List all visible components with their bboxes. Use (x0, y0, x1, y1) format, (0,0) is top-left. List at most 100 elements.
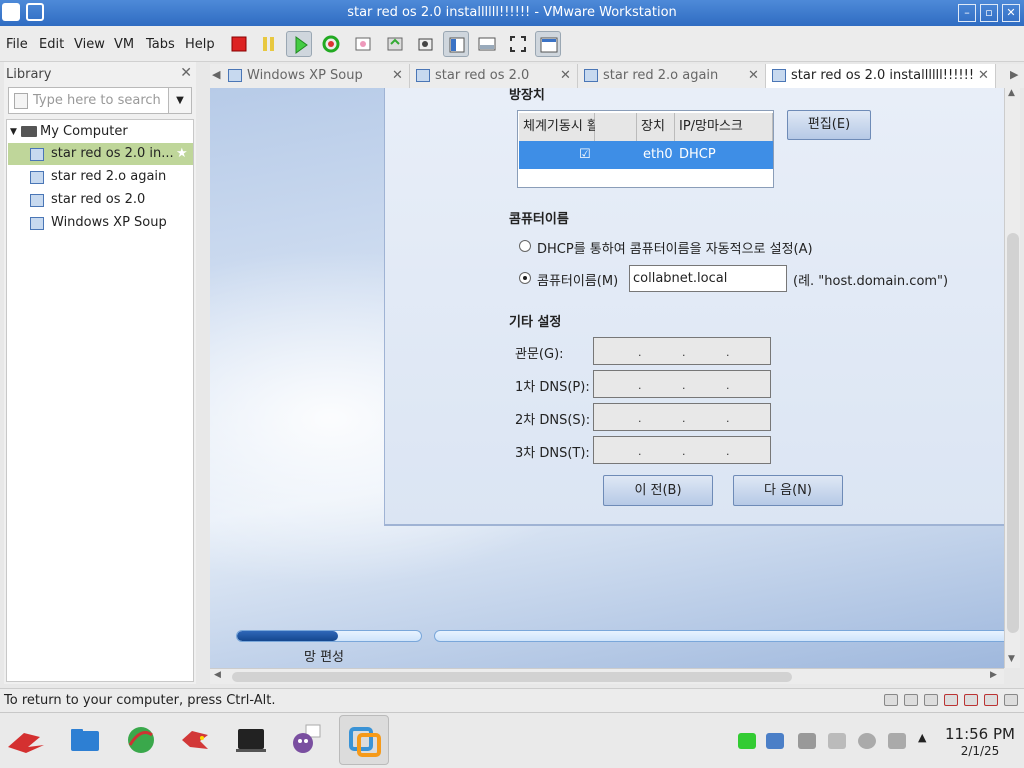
clipboard-icon[interactable] (798, 733, 816, 749)
clock-date[interactable]: 2/1/25 (938, 744, 1022, 758)
install-progress-bar (434, 630, 1004, 642)
unity-icon[interactable] (535, 31, 561, 57)
library-panel: Library ✕ Type here to search ▼ ▼ My Com… (4, 62, 196, 684)
edit-button[interactable]: 편집(E) (787, 110, 871, 140)
computer-icon (21, 126, 37, 137)
start-menu-icon[interactable] (6, 723, 44, 757)
favorite-star-icon[interactable]: ★ (176, 143, 188, 165)
horizontal-scrollbar[interactable]: ◀ ▶ (210, 668, 1004, 684)
vm-icon (30, 171, 44, 184)
tree-item-my-computer[interactable]: ▼ My Computer (8, 121, 193, 143)
scroll-left-icon[interactable]: ◀ (214, 670, 221, 680)
menu-vm[interactable]: VM (114, 37, 134, 52)
search-dropdown-button[interactable]: ▼ (168, 87, 192, 114)
tab-close-icon[interactable]: ✕ (978, 64, 989, 88)
gateway-input[interactable]: ... (593, 337, 771, 365)
tab-close-icon[interactable]: ✕ (392, 64, 403, 88)
device-section-title: 방장치 (509, 88, 545, 103)
menu-view[interactable]: View (74, 37, 105, 52)
keyboard-layout-icon[interactable] (888, 733, 906, 749)
vm-icon (30, 217, 44, 230)
maximize-button[interactable]: ▫ (980, 4, 998, 22)
show-library-icon[interactable] (443, 31, 469, 57)
tray-expand-icon[interactable]: ▲ (918, 731, 926, 744)
printer-icon[interactable] (984, 694, 998, 706)
expand-arrow-icon[interactable]: ▼ (10, 121, 17, 143)
clock-time[interactable]: 11:56 PM (938, 726, 1022, 743)
file-manager-icon[interactable] (68, 723, 102, 757)
next-button[interactable]: 다 음(N) (733, 475, 843, 506)
cd-drive-icon[interactable] (904, 694, 918, 706)
tab-star-red-os-2-0[interactable]: star red os 2.0 ✕ (410, 64, 578, 88)
power-on-icon[interactable] (286, 31, 312, 57)
menu-edit[interactable]: Edit (39, 37, 64, 52)
network-device-table[interactable]: 체계기동시 활성화 장치 IP/망마스크 ☑ eth0 DHCP (517, 110, 774, 188)
manual-hostname-radio[interactable] (519, 272, 531, 284)
updates-icon[interactable] (858, 733, 876, 749)
scroll-up-icon[interactable]: ▲ (1008, 88, 1015, 98)
network-progress-bar (236, 630, 422, 642)
scroll-right-icon[interactable]: ▶ (990, 670, 997, 680)
vmware-taskbar-button[interactable] (339, 715, 389, 765)
snapshot-manager-icon[interactable] (412, 31, 438, 57)
library-search-input[interactable]: Type here to search (8, 87, 168, 114)
terminal-icon[interactable] (234, 723, 268, 757)
tree-item-vm[interactable]: star red os 2.0 (8, 189, 193, 211)
volume-icon[interactable] (828, 733, 846, 749)
tab-close-icon[interactable]: ✕ (560, 64, 571, 88)
tab-scroll-left-icon[interactable]: ◀ (212, 68, 220, 81)
tab-star-red-os-2-0-install[interactable]: star red os 2.0 installllll!!!!!! ✕ (766, 64, 996, 88)
reset-icon[interactable] (318, 31, 344, 57)
dns1-input[interactable]: ... (593, 370, 771, 398)
network-status-icon[interactable] (738, 733, 756, 749)
tab-scroll-right-icon[interactable]: ▶ (1010, 68, 1018, 81)
vm-icon (584, 69, 598, 82)
tree-item-vm[interactable]: star red os 2.0 in... ★ (8, 143, 193, 165)
horizontal-scroll-thumb[interactable] (232, 672, 792, 682)
tree-item-vm[interactable]: star red 2.o again (8, 166, 193, 188)
vertical-scrollbar[interactable]: ▲ ▼ (1004, 88, 1020, 668)
tab-windows-xp-soup[interactable]: Windows XP Soup ✕ (222, 64, 410, 88)
device-cell: eth0 (643, 147, 673, 162)
menu-tabs[interactable]: Tabs (146, 37, 175, 52)
library-close-icon[interactable]: ✕ (180, 65, 192, 81)
installer-panel: 방장치 체계기동시 활성화 장치 IP/망마스크 ☑ eth0 DHCP 편집(… (384, 88, 1004, 526)
dns3-input[interactable]: ... (593, 436, 771, 464)
power-off-icon[interactable] (226, 31, 252, 57)
gateway-label: 관문(G): (515, 347, 564, 362)
hostname-input[interactable]: collabnet.local (629, 265, 787, 292)
full-screen-icon[interactable] (505, 31, 531, 57)
network-adapter-icon[interactable] (924, 694, 938, 706)
menu-help[interactable]: Help (185, 37, 215, 52)
table-row[interactable]: ☑ eth0 DHCP (519, 141, 773, 169)
tab-star-red-2-o-again[interactable]: star red 2.o again ✕ (578, 64, 766, 88)
suspend-icon[interactable] (256, 31, 282, 57)
dns2-input[interactable]: ... (593, 403, 771, 431)
back-button[interactable]: 이 전(B) (603, 475, 713, 506)
web-browser-icon[interactable] (124, 723, 158, 757)
fish-app-icon[interactable] (178, 723, 212, 757)
vm-console[interactable]: 방장치 체계기동시 활성화 장치 IP/망마스크 ☑ eth0 DHCP 편집(… (210, 88, 1004, 668)
thumbnail-bar-icon[interactable] (474, 31, 500, 57)
menu-file[interactable]: File (6, 37, 28, 52)
minimize-button[interactable]: – (958, 4, 976, 22)
tab-close-icon[interactable]: ✕ (748, 64, 759, 88)
window-title: star red os 2.0 installllll!!!!!! - VMwa… (347, 5, 677, 20)
snapshot-icon[interactable] (350, 31, 376, 57)
scroll-down-icon[interactable]: ▼ (1008, 654, 1015, 664)
close-button[interactable]: ✕ (1002, 4, 1020, 22)
tree-item-vm[interactable]: Windows XP Soup (8, 212, 193, 234)
table-header: 장치 (637, 113, 675, 141)
sound-card-icon[interactable] (964, 694, 978, 706)
vmware-tray-icon[interactable] (766, 733, 784, 749)
hard-disk-icon[interactable] (884, 694, 898, 706)
vertical-scroll-thumb[interactable] (1007, 233, 1019, 633)
tree-label: My Computer (40, 124, 128, 139)
active-checkbox[interactable]: ☑ (579, 141, 591, 169)
chat-app-icon[interactable] (290, 723, 324, 757)
tab-label: star red os 2.0 (435, 68, 530, 83)
usb-controller-icon[interactable] (944, 694, 958, 706)
revert-snapshot-icon[interactable] (382, 31, 408, 57)
dhcp-hostname-radio[interactable] (519, 240, 531, 252)
display-icon[interactable] (1004, 694, 1018, 706)
